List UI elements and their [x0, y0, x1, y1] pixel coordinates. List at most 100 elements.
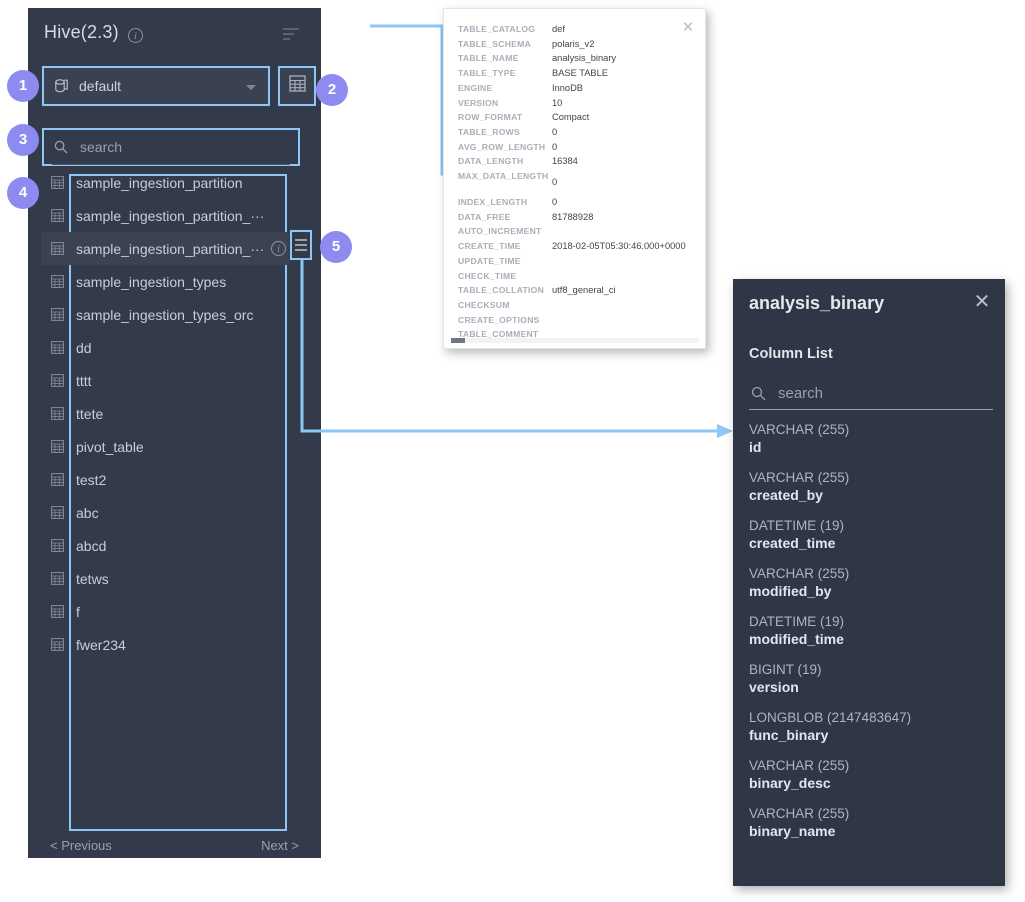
table-list-item[interactable]: abc: [41, 496, 289, 529]
metadata-value: analysis_binary: [552, 53, 617, 64]
column-list-item[interactable]: VARCHAR (255) binary_name: [749, 805, 993, 840]
annotation-badge-3: 3: [7, 124, 39, 156]
close-icon[interactable]: ✕: [973, 292, 991, 312]
column-type: BIGINT (19): [749, 662, 822, 677]
column-list-item[interactable]: DATETIME (19) modified_time: [749, 613, 993, 648]
info-icon[interactable]: i: [128, 28, 143, 43]
column-list-item[interactable]: LONGBLOB (2147483647) func_binary: [749, 709, 993, 744]
page-title: Hive(2.3): [44, 22, 119, 42]
metadata-value: utf8_general_ci: [552, 285, 616, 296]
table-list-item[interactable]: f: [41, 595, 289, 628]
table-icon: [51, 374, 64, 387]
column-type: DATETIME (19): [749, 614, 845, 629]
metadata-row: TABLE_NAME analysis_binary: [458, 51, 706, 66]
table-list-item-label: sample_ingestion_types: [76, 273, 227, 290]
metadata-key: VERSION: [458, 97, 499, 108]
column-list-item[interactable]: VARCHAR (255) created_by: [749, 469, 993, 504]
table-list-item-label: tetws: [76, 570, 109, 587]
column-items: VARCHAR (255) id VARCHAR (255) created_by DA…: [749, 421, 993, 853]
info-icon[interactable]: i: [271, 241, 286, 256]
table-list-item[interactable]: dd: [41, 331, 289, 364]
column-name: modified_time: [749, 631, 844, 647]
metadata-row: AVG_ROW_LENGTH 0: [458, 140, 706, 155]
filter-list-icon[interactable]: [283, 28, 301, 40]
metadata-row: AUTO_INCREMENT: [458, 224, 706, 239]
table-icon: [51, 572, 64, 585]
previous-button[interactable]: < Previous: [50, 838, 112, 853]
column-name: binary_desc: [749, 775, 831, 791]
table-grid-icon: [288, 75, 306, 97]
metadata-row: ENGINE InnoDB: [458, 81, 706, 96]
table-list-item[interactable]: fwer234: [41, 628, 289, 661]
metadata-key: CHECKSUM: [458, 299, 510, 310]
column-type: VARCHAR (255): [749, 422, 850, 437]
column-list-subtitle: Column List: [749, 346, 833, 362]
search-icon: [751, 386, 766, 401]
table-icon: [51, 605, 64, 618]
next-button[interactable]: Next >: [261, 838, 299, 853]
table-list-item[interactable]: tetws: [41, 562, 289, 595]
metadata-value: Compact: [552, 112, 590, 123]
table-list-item[interactable]: sample_ingestion_types_orc: [41, 298, 289, 331]
table-list-item[interactable]: ttete: [41, 397, 289, 430]
column-list-item[interactable]: VARCHAR (255) modified_by: [749, 565, 993, 600]
metadata-row: CREATE_OPTIONS: [458, 313, 706, 328]
search-input[interactable]: search: [42, 128, 300, 166]
table-icon: [51, 539, 64, 552]
metadata-key: CHECK_TIME: [458, 270, 517, 281]
database-select[interactable]: default: [42, 66, 270, 106]
row-menu-button[interactable]: [290, 230, 312, 260]
table-icon: [51, 308, 64, 321]
metadata-row: MAX_DATA_LENGTH 0: [458, 169, 706, 195]
column-list-item[interactable]: VARCHAR (255) id: [749, 421, 993, 456]
horizontal-scrollbar[interactable]: [451, 338, 699, 343]
column-name: modified_by: [749, 583, 832, 599]
metadata-row: TABLE_CATALOG def: [458, 22, 706, 37]
table-list-item-label: pivot_table: [76, 438, 144, 455]
metadata-key: AUTO_INCREMENT: [458, 226, 542, 237]
annotation-badge-5: 5: [320, 231, 352, 263]
column-type: VARCHAR (255): [749, 470, 850, 485]
table-icon: [51, 473, 64, 486]
column-list-item[interactable]: BIGINT (19) version: [749, 661, 993, 696]
grid-button[interactable]: [278, 66, 316, 106]
table-icon: [51, 506, 64, 519]
column-search-input[interactable]: search: [749, 378, 993, 408]
column-name: func_binary: [749, 727, 829, 743]
table-list-item[interactable]: sample_ingestion_partition_···: [41, 199, 289, 232]
annotation-badge-1: 1: [7, 70, 39, 102]
column-type: VARCHAR (255): [749, 566, 850, 581]
column-list-item[interactable]: DATETIME (19) created_time: [749, 517, 993, 552]
table-list-item-label: sample_ingestion_partition: [76, 174, 243, 191]
table-list-item[interactable]: sample_ingestion_partition_··· i: [41, 232, 289, 265]
search-underline: [52, 164, 290, 165]
column-panel-title: analysis_binary: [749, 293, 885, 313]
table-list-item[interactable]: sample_ingestion_partition: [41, 166, 289, 199]
table-icon: [51, 341, 64, 354]
metadata-key: UPDATE_TIME: [458, 255, 521, 266]
table-list-item[interactable]: sample_ingestion_types: [41, 265, 289, 298]
column-search-placeholder: search: [778, 384, 824, 402]
explorer-header: Hive(2.3) i: [28, 8, 321, 58]
table-icon: [51, 176, 64, 189]
column-search-underline: [749, 409, 993, 410]
table-list-item[interactable]: pivot_table: [41, 430, 289, 463]
metadata-value: 81788928: [552, 211, 594, 222]
column-list-panel: analysis_binary ✕ Column List search VAR…: [733, 279, 1005, 886]
column-panel-scrollbar[interactable]: [999, 279, 1004, 886]
table-list-item[interactable]: abcd: [41, 529, 289, 562]
metadata-key: ENGINE: [458, 82, 493, 93]
table-list-item-label: f: [76, 603, 80, 620]
search-icon: [54, 140, 68, 154]
metadata-value: def: [552, 24, 565, 34]
table-list-item-label: sample_ingestion_types_orc: [76, 306, 254, 323]
metadata-row: CREATE_TIME 2018-02-05T05:30:46.000+0000: [458, 239, 706, 254]
table-list-item[interactable]: test2: [41, 463, 289, 496]
metadata-value: polaris_v2: [552, 38, 595, 49]
metadata-key: ROW_FORMAT: [458, 112, 523, 123]
metadata-row: INDEX_LENGTH 0: [458, 195, 706, 210]
metadata-row: DATA_FREE 81788928: [458, 210, 706, 225]
table-list-item[interactable]: tttt: [41, 364, 289, 397]
column-list-item[interactable]: VARCHAR (255) binary_desc: [749, 757, 993, 792]
metadata-key: DATA_FREE: [458, 211, 511, 222]
